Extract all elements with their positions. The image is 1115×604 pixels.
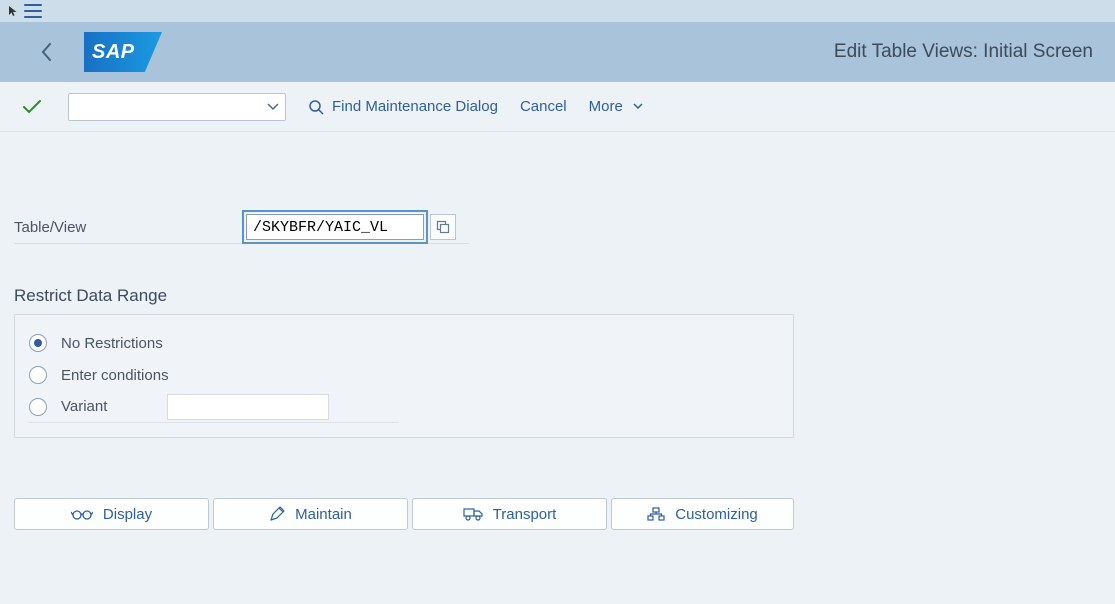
more-button[interactable]: More xyxy=(589,98,643,115)
find-maintenance-button[interactable]: Find Maintenance Dialog xyxy=(308,98,498,115)
action-buttons: Display Maintain Transport Customizing xyxy=(14,498,1101,530)
accept-button[interactable] xyxy=(18,98,46,116)
chevron-down-icon xyxy=(633,103,643,110)
restrict-group-title: Restrict Data Range xyxy=(14,286,1101,306)
radio-icon xyxy=(29,334,47,352)
truck-icon xyxy=(463,507,483,521)
restrict-group: No Restrictions Enter conditions Variant xyxy=(14,314,794,438)
radio-label: Enter conditions xyxy=(61,367,169,384)
radio-label: No Restrictions xyxy=(61,335,163,352)
cancel-label: Cancel xyxy=(520,98,567,115)
radio-icon xyxy=(29,398,47,416)
radio-no-restrictions[interactable]: No Restrictions xyxy=(29,327,779,359)
display-button[interactable]: Display xyxy=(14,498,209,530)
glasses-icon xyxy=(71,508,93,520)
radio-variant[interactable]: Variant xyxy=(29,391,399,423)
transport-label: Transport xyxy=(493,506,557,523)
pencil-icon xyxy=(269,506,285,522)
radio-icon xyxy=(29,366,47,384)
maintain-label: Maintain xyxy=(295,506,352,523)
value-help-icon xyxy=(436,220,450,234)
app-header: SAP Edit Table Views: Initial Screen xyxy=(0,22,1115,82)
maintain-button[interactable]: Maintain xyxy=(213,498,408,530)
sap-logo: SAP xyxy=(84,32,162,72)
menu-icon[interactable] xyxy=(24,4,42,18)
transport-button[interactable]: Transport xyxy=(412,498,607,530)
page-title: Edit Table Views: Initial Screen xyxy=(834,41,1093,63)
table-view-input[interactable] xyxy=(246,214,424,240)
value-help-button[interactable] xyxy=(430,214,456,240)
toolbar: Find Maintenance Dialog Cancel More xyxy=(0,82,1115,132)
command-field[interactable] xyxy=(68,93,286,121)
chevron-down-icon xyxy=(267,103,279,111)
customizing-label: Customizing xyxy=(675,506,758,523)
cursor-icon xyxy=(8,5,18,17)
radio-label: Variant xyxy=(61,398,107,415)
variant-input[interactable] xyxy=(167,394,329,420)
table-view-row: Table/View xyxy=(14,212,469,244)
radio-enter-conditions[interactable]: Enter conditions xyxy=(29,359,779,391)
table-view-label: Table/View xyxy=(14,219,244,236)
customizing-button[interactable]: Customizing xyxy=(611,498,794,530)
hierarchy-icon xyxy=(647,507,665,521)
display-label: Display xyxy=(103,506,152,523)
content-area: Table/View Restrict Data Range No Restri… xyxy=(0,132,1115,530)
search-icon xyxy=(308,99,324,115)
table-view-input-group xyxy=(244,212,426,242)
back-button[interactable] xyxy=(40,42,54,62)
find-maintenance-label: Find Maintenance Dialog xyxy=(332,98,498,115)
cancel-button[interactable]: Cancel xyxy=(520,98,567,115)
more-label: More xyxy=(589,98,623,115)
window-top-strip xyxy=(0,0,1115,22)
